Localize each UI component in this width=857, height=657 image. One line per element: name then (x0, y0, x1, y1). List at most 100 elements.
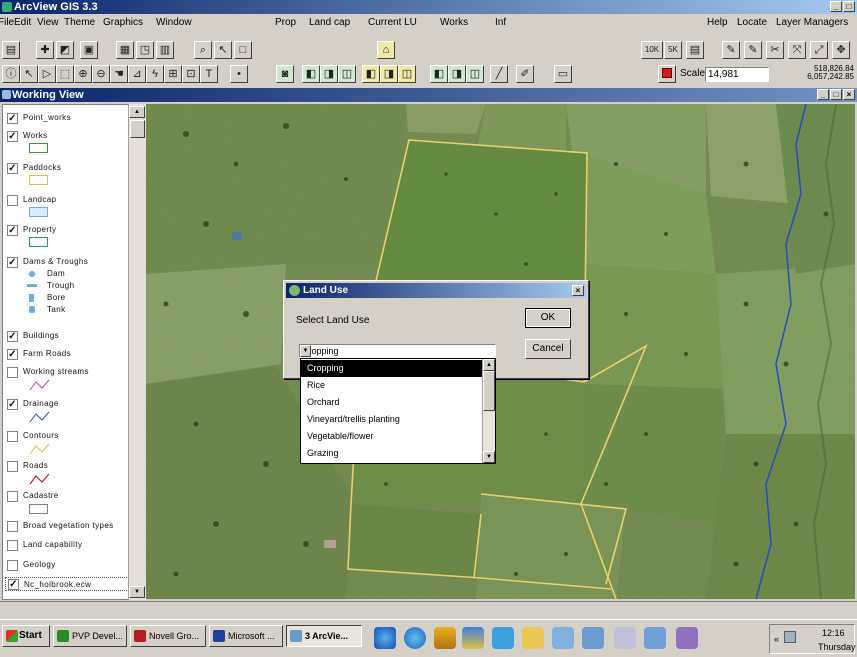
find-icon[interactable]: ⌕ (194, 41, 212, 59)
pan-hand-icon[interactable]: ☚ (110, 65, 128, 83)
menu-locate[interactable]: Locate (737, 14, 767, 32)
paddock-tool-1-icon[interactable]: ◧ (302, 65, 320, 83)
zoom-5k-button[interactable]: 5K (664, 41, 682, 59)
tools-app-icon[interactable] (462, 627, 484, 649)
minimize-button[interactable]: _ (830, 1, 842, 12)
option-vegetable-flower[interactable]: Vegetable/flower (301, 428, 482, 445)
layer-checkbox[interactable]: ✓ (7, 225, 18, 236)
layer-checkbox[interactable]: ✓ (7, 331, 18, 342)
start-button[interactable]: Start (2, 625, 50, 647)
zoom-in-icon[interactable]: ⊕ (74, 65, 92, 83)
menu-current-lu[interactable]: Current LU (368, 14, 417, 32)
network-icon[interactable] (552, 627, 574, 649)
view-minimize-button[interactable]: _ (817, 89, 829, 100)
pointer-icon[interactable]: ↖ (20, 65, 38, 83)
locate-address-icon[interactable]: ↖ (214, 41, 232, 59)
query-builder-icon[interactable]: □ (234, 41, 252, 59)
measure-icon[interactable]: ⊿ (128, 65, 146, 83)
open-table-icon[interactable]: ▦ (116, 41, 134, 59)
paddock-tool-2-icon[interactable]: ◨ (320, 65, 338, 83)
pan-icon[interactable]: ✥ (832, 41, 850, 59)
menu-land-cap[interactable]: Land cap (309, 14, 350, 32)
menu-edit[interactable]: Edit (14, 14, 31, 32)
chevron-down-icon[interactable]: ▼ (300, 345, 311, 357)
menu-graphics[interactable]: Graphics (103, 14, 143, 32)
zoom-10k-button[interactable]: 10K (641, 41, 663, 59)
layer-checkbox[interactable] (7, 491, 18, 502)
full-extent-icon[interactable]: ⤢ (810, 41, 828, 59)
area-of-interest-icon[interactable]: ⊞ (164, 65, 182, 83)
scroll-down-arrow[interactable]: ▼ (129, 586, 145, 598)
layer-checkbox[interactable] (7, 367, 18, 378)
dropdown-scroll-down[interactable]: ▼ (483, 451, 495, 463)
folder-icon[interactable] (522, 627, 544, 649)
scale-lock-icon[interactable] (658, 65, 676, 83)
scale-input[interactable]: 14,981 (705, 67, 769, 82)
option-orchard[interactable]: Orchard (301, 394, 482, 411)
layer-checkbox[interactable]: ✓ (8, 579, 19, 590)
lu-tool-2-icon[interactable]: ◨ (448, 65, 466, 83)
building-icon[interactable] (434, 627, 456, 649)
layer-checkbox[interactable] (7, 461, 18, 472)
task-pvp-devel[interactable]: PVP Devel... (53, 625, 127, 647)
tools-icon[interactable]: ✂ (766, 41, 784, 59)
layer-checkbox[interactable]: ✓ (7, 113, 18, 124)
lu-tool-3-icon[interactable]: ◫ (466, 65, 484, 83)
zoom-out-icon[interactable]: ⊖ (92, 65, 110, 83)
writer-app-icon[interactable] (676, 627, 698, 649)
select-feature-icon[interactable]: ⬚ (56, 65, 74, 83)
menu-inf[interactable]: Inf (495, 14, 506, 32)
menu-file[interactable]: File (0, 14, 14, 32)
current-lu-icon[interactable]: ⌂ (377, 41, 395, 59)
land-tool-2-icon[interactable]: ◨ (380, 65, 398, 83)
cancel-button[interactable]: Cancel (525, 339, 571, 359)
land-use-select[interactable]: Cropping ▼ (299, 344, 496, 358)
menu-theme[interactable]: Theme (64, 14, 95, 32)
layer-checkbox[interactable] (7, 431, 18, 442)
monitor-icon[interactable] (784, 631, 796, 643)
menu-prop[interactable]: Prop (275, 14, 296, 32)
maximize-button[interactable]: □ (843, 1, 855, 12)
layer-checkbox[interactable] (7, 195, 18, 206)
scroll-thumb[interactable] (130, 120, 145, 138)
calendar-icon[interactable] (614, 627, 636, 649)
task-novell-gro[interactable]: Novell Gro... (130, 625, 206, 647)
paddock-tool-3-icon[interactable]: ◫ (338, 65, 356, 83)
dropdown-scroll-up[interactable]: ▲ (483, 359, 495, 371)
layer-checkbox[interactable]: ✓ (7, 131, 18, 142)
globe-icon[interactable] (404, 627, 426, 649)
dropdown-scrollbar[interactable]: ▲ ▼ (482, 359, 495, 463)
draw-polygon-icon[interactable]: ✐ (516, 65, 534, 83)
menu-works[interactable]: Works (440, 14, 468, 32)
draw-point-icon[interactable]: • (230, 65, 248, 83)
land-tool-1-icon[interactable]: ◧ (362, 65, 380, 83)
works-tool-icon[interactable]: ◙ (276, 65, 294, 83)
draw-line-icon[interactable]: ╱ (490, 65, 508, 83)
save-icon[interactable]: ▤ (2, 41, 20, 59)
report-icon[interactable]: ▭ (554, 65, 572, 83)
view-close-button[interactable]: × (843, 89, 855, 100)
option-grazing[interactable]: Grazing (301, 445, 482, 462)
option-rice[interactable]: Rice (301, 377, 482, 394)
hotlink-icon[interactable]: ϟ (146, 65, 164, 83)
layer-nc-holbrook[interactable]: ✓ Nc_holbrook.ecw (5, 577, 129, 591)
add-theme-icon[interactable]: ✚ (36, 41, 54, 59)
document-app-icon[interactable] (492, 627, 514, 649)
land-tool-3-icon[interactable]: ◫ (398, 65, 416, 83)
layer-checkbox[interactable]: ✓ (7, 163, 18, 174)
layer-checkbox[interactable] (7, 560, 18, 571)
legend-editor-icon[interactable]: ▣ (80, 41, 98, 59)
internet-explorer-icon[interactable] (374, 627, 396, 649)
ok-button[interactable]: OK (525, 308, 571, 328)
toc-scrollbar[interactable]: ▲ ▼ (128, 104, 146, 600)
dropdown-scroll-thumb[interactable] (483, 371, 495, 411)
layer-checkbox[interactable] (7, 521, 18, 532)
label-icon[interactable]: ⊡ (182, 65, 200, 83)
view-restore-button[interactable]: □ (830, 89, 842, 100)
vertex-edit-icon[interactable]: ▷ (38, 65, 56, 83)
option-vineyard[interactable]: Vineyard/trellis planting (301, 411, 482, 428)
menu-view[interactable]: View (37, 14, 59, 32)
option-cropping[interactable]: Cropping (301, 360, 482, 377)
theme-properties-icon[interactable]: ◩ (56, 41, 74, 59)
lu-tool-1-icon[interactable]: ◧ (430, 65, 448, 83)
